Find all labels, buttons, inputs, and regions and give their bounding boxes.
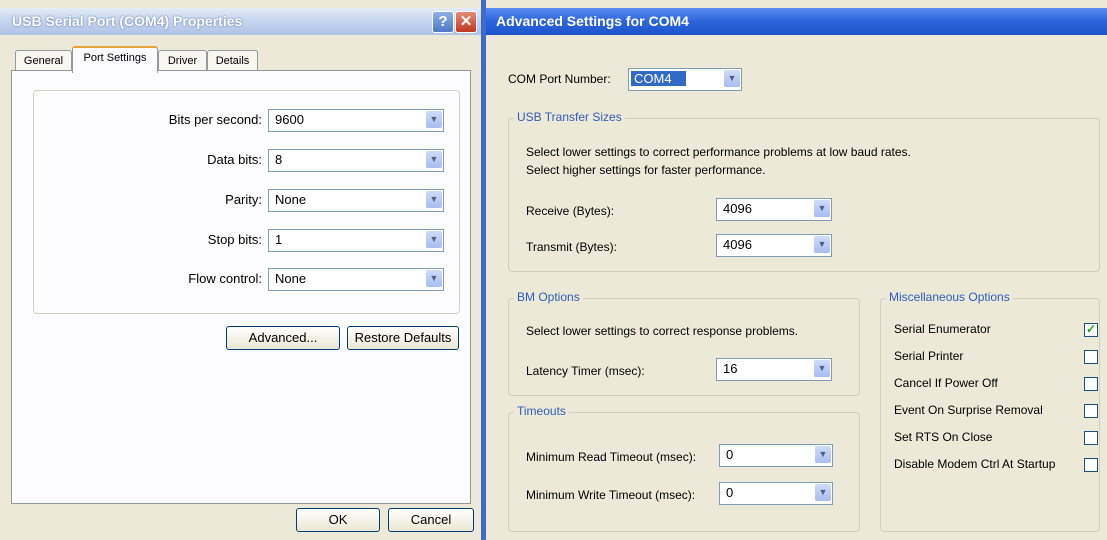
chevron-down-icon[interactable]: ▼ bbox=[815, 484, 831, 501]
latency-select[interactable]: 16 ▼ bbox=[716, 358, 832, 381]
transmit-label: Transmit (Bytes): bbox=[526, 240, 617, 254]
properties-titlebar: USB Serial Port (COM4) Properties bbox=[0, 8, 486, 35]
misc-option-label: Serial Enumerator bbox=[894, 322, 991, 336]
misc-option-label: Cancel If Power Off bbox=[894, 376, 998, 390]
timeouts-group bbox=[508, 412, 860, 532]
close-icon[interactable]: ✕ bbox=[455, 11, 477, 33]
bits-per-second-value: 9600 bbox=[275, 112, 304, 127]
misc-option-checkbox[interactable] bbox=[1084, 350, 1098, 364]
misc-options-legend: Miscellaneous Options bbox=[886, 290, 1013, 304]
stop-bits-label: Stop bits: bbox=[207, 232, 262, 247]
write-timeout-value: 0 bbox=[726, 485, 734, 500]
flow-control-select[interactable]: None ▼ bbox=[268, 268, 444, 291]
usb-transfer-desc2: Select higher settings for faster perfor… bbox=[526, 163, 766, 177]
usb-transfer-legend: USB Transfer Sizes bbox=[514, 110, 625, 124]
misc-option-label: Disable Modem Ctrl At Startup bbox=[894, 457, 1056, 471]
stop-bits-select[interactable]: 1 ▼ bbox=[268, 229, 444, 252]
transmit-select[interactable]: 4096 ▼ bbox=[716, 234, 832, 257]
misc-option-checkbox[interactable] bbox=[1084, 458, 1098, 472]
restore-defaults-button[interactable]: Restore Defaults bbox=[347, 326, 459, 350]
receive-select[interactable]: 4096 ▼ bbox=[716, 198, 832, 221]
parity-select[interactable]: None ▼ bbox=[268, 189, 444, 212]
window-title: USB Serial Port (COM4) Properties bbox=[12, 13, 243, 29]
misc-option-label: Event On Surprise Removal bbox=[894, 403, 1043, 417]
parity-value: None bbox=[275, 192, 307, 207]
chevron-down-icon[interactable]: ▼ bbox=[426, 151, 442, 168]
receive-value: 4096 bbox=[723, 201, 752, 216]
chevron-down-icon[interactable]: ▼ bbox=[814, 360, 830, 377]
bits-per-second-select[interactable]: 9600 ▼ bbox=[268, 109, 444, 132]
window-title: Advanced Settings for COM4 bbox=[496, 13, 689, 29]
chevron-down-icon[interactable]: ▼ bbox=[814, 236, 830, 253]
chevron-down-icon[interactable]: ▼ bbox=[426, 111, 442, 128]
stop-bits-value: 1 bbox=[275, 232, 283, 247]
chevron-down-icon[interactable]: ▼ bbox=[426, 270, 442, 287]
read-timeout-select[interactable]: 0 ▼ bbox=[719, 444, 833, 467]
misc-option-label: Serial Printer bbox=[894, 349, 964, 363]
read-timeout-label: Minimum Read Timeout (msec): bbox=[526, 450, 697, 464]
latency-value: 16 bbox=[723, 361, 738, 376]
data-bits-label: Data bits: bbox=[207, 152, 262, 167]
advanced-button[interactable]: Advanced... bbox=[226, 326, 340, 350]
cancel-button[interactable]: Cancel bbox=[388, 508, 474, 532]
read-timeout-value: 0 bbox=[726, 447, 734, 462]
bm-options-group bbox=[508, 298, 860, 396]
help-icon[interactable]: ? bbox=[432, 11, 454, 33]
misc-option-checkbox[interactable] bbox=[1084, 377, 1098, 391]
misc-option-checkbox[interactable] bbox=[1084, 431, 1098, 445]
com-port-select[interactable]: COM4 ▼ bbox=[628, 68, 742, 91]
data-bits-value: 8 bbox=[275, 152, 283, 167]
bits-per-second-label: Bits per second: bbox=[168, 112, 262, 127]
tab-port-settings[interactable]: Port Settings bbox=[72, 46, 158, 73]
bm-options-desc: Select lower settings to correct respons… bbox=[526, 324, 799, 338]
bm-options-legend: BM Options bbox=[514, 290, 583, 304]
write-timeout-label: Minimum Write Timeout (msec): bbox=[526, 488, 696, 502]
timeouts-legend: Timeouts bbox=[514, 404, 569, 418]
tab-details[interactable]: Details bbox=[207, 50, 258, 71]
ok-button[interactable]: OK bbox=[296, 508, 380, 532]
transmit-value: 4096 bbox=[723, 237, 752, 252]
misc-option-checkbox[interactable] bbox=[1084, 404, 1098, 418]
misc-option-checkbox[interactable] bbox=[1084, 322, 1098, 337]
tab-driver[interactable]: Driver bbox=[158, 50, 207, 71]
parity-label: Parity: bbox=[225, 192, 262, 207]
chevron-down-icon[interactable]: ▼ bbox=[426, 191, 442, 208]
flow-control-value: None bbox=[275, 271, 307, 286]
com-port-value: COM4 bbox=[631, 71, 686, 86]
chevron-down-icon[interactable]: ▼ bbox=[426, 231, 442, 248]
misc-option-label: Set RTS On Close bbox=[894, 430, 993, 444]
latency-label: Latency Timer (msec): bbox=[526, 364, 645, 378]
chevron-down-icon[interactable]: ▼ bbox=[724, 70, 740, 87]
chevron-down-icon[interactable]: ▼ bbox=[815, 446, 831, 463]
chevron-down-icon[interactable]: ▼ bbox=[814, 200, 830, 217]
write-timeout-select[interactable]: 0 ▼ bbox=[719, 482, 833, 505]
com-port-label: COM Port Number: bbox=[508, 72, 611, 86]
data-bits-select[interactable]: 8 ▼ bbox=[268, 149, 444, 172]
advanced-titlebar: Advanced Settings for COM4 bbox=[486, 8, 1107, 35]
flow-control-label: Flow control: bbox=[188, 271, 262, 286]
receive-label: Receive (Bytes): bbox=[526, 204, 615, 218]
usb-transfer-desc1: Select lower settings to correct perform… bbox=[526, 145, 911, 159]
tab-general[interactable]: General bbox=[15, 50, 72, 71]
